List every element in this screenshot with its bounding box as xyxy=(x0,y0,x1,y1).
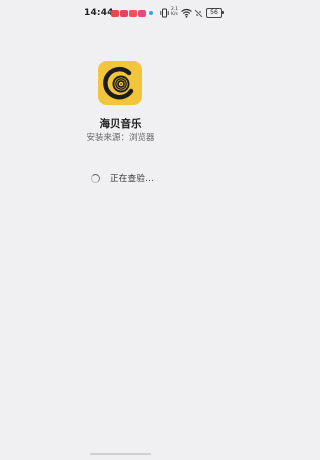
notification-app-icon xyxy=(138,10,146,17)
verification-status: 正在查验... xyxy=(91,172,154,184)
loading-spinner-icon xyxy=(91,173,100,183)
notification-app-icon xyxy=(120,10,128,17)
signal-off-icon xyxy=(194,9,203,18)
clock: 14:44 xyxy=(84,8,114,18)
network-speed: 2.1 K/s xyxy=(171,7,179,17)
notification-app-icon xyxy=(111,10,119,17)
notification-app-icon xyxy=(129,10,137,17)
wifi-icon xyxy=(181,8,192,18)
vinyl-record-icon xyxy=(98,61,142,105)
battery-tip xyxy=(222,11,224,14)
battery-icon: 56 xyxy=(206,8,222,18)
app-icon xyxy=(98,61,142,105)
app-name: 海贝音乐 xyxy=(99,118,142,130)
home-indicator[interactable] xyxy=(90,453,151,455)
status-bar: 14:44 2.1 K/s 56 xyxy=(0,0,241,28)
vibrate-icon xyxy=(160,8,169,18)
notification-dot-icon xyxy=(149,11,153,15)
checking-label: 正在查验... xyxy=(110,174,155,184)
install-source-label: 安装来源：浏览器 xyxy=(86,133,155,143)
